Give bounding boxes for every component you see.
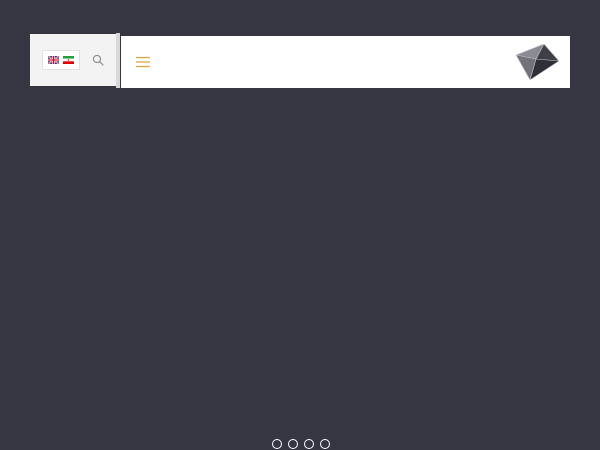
language-switcher[interactable] xyxy=(42,50,80,70)
main-header xyxy=(121,36,570,88)
header-divider xyxy=(116,33,120,88)
header-tools xyxy=(30,34,116,86)
slider-dot-1[interactable] xyxy=(272,439,282,449)
slider-pagination xyxy=(272,439,330,449)
hamburger-menu-icon xyxy=(136,56,150,68)
search-icon xyxy=(92,54,104,66)
iran-flag-icon[interactable] xyxy=(63,56,74,64)
slider-dot-2[interactable] xyxy=(288,439,298,449)
slider-dot-4[interactable] xyxy=(320,439,330,449)
diamond-logo-icon[interactable] xyxy=(514,43,560,81)
slider-dot-3[interactable] xyxy=(304,439,314,449)
search-button[interactable] xyxy=(90,52,106,68)
menu-button[interactable] xyxy=(136,55,150,69)
uk-flag-icon[interactable] xyxy=(48,56,59,64)
